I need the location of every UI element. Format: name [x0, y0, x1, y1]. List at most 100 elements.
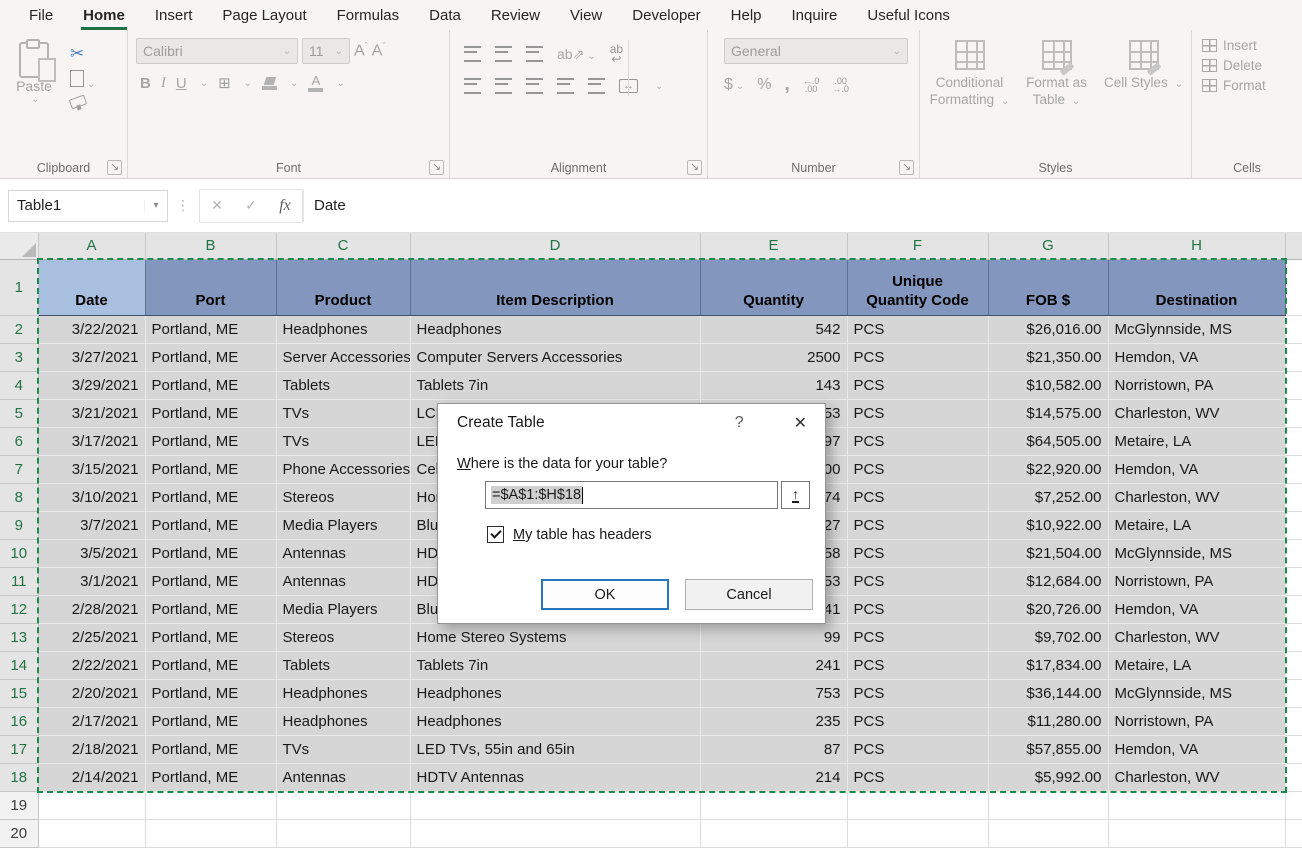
- cell-G3[interactable]: $21,350.00: [988, 343, 1108, 371]
- cell-A11[interactable]: 3/1/2021: [38, 567, 145, 595]
- name-box[interactable]: Table1 ▾: [8, 190, 168, 222]
- cut-icon[interactable]: ✂: [70, 44, 95, 64]
- cell-C4[interactable]: Tablets: [276, 371, 410, 399]
- cell-F6[interactable]: PCS: [847, 427, 988, 455]
- insert-function-icon[interactable]: fx: [268, 197, 302, 215]
- cell-I3[interactable]: [1285, 343, 1302, 371]
- align-middle-icon[interactable]: [495, 46, 512, 62]
- cell-G11[interactable]: $12,684.00: [988, 567, 1108, 595]
- cell-B13[interactable]: Portland, ME: [145, 623, 276, 651]
- cell-C15[interactable]: Headphones: [276, 679, 410, 707]
- cell-I13[interactable]: [1285, 623, 1302, 651]
- cell-B5[interactable]: Portland, ME: [145, 399, 276, 427]
- cell-H10[interactable]: McGlynnside, MS: [1108, 539, 1285, 567]
- row-header-12[interactable]: 12: [0, 595, 38, 623]
- cell-C14[interactable]: Tablets: [276, 651, 410, 679]
- table-range-input[interactable]: =$A$1:$H$18: [485, 481, 778, 509]
- cell-A15[interactable]: 2/20/2021: [38, 679, 145, 707]
- cell-F12[interactable]: PCS: [847, 595, 988, 623]
- cell-F18[interactable]: PCS: [847, 763, 988, 791]
- cell-H4[interactable]: Norristown, PA: [1108, 371, 1285, 399]
- cell-C12[interactable]: Media Players: [276, 595, 410, 623]
- insert-cells-button[interactable]: Insert: [1202, 38, 1296, 53]
- format-as-table-button[interactable]: Format as Table ⌄: [1015, 40, 1098, 152]
- cell-A13[interactable]: 2/25/2021: [38, 623, 145, 651]
- cell-C5[interactable]: TVs: [276, 399, 410, 427]
- cell-H5[interactable]: Charleston, WV: [1108, 399, 1285, 427]
- cell-H18[interactable]: Charleston, WV: [1108, 763, 1285, 791]
- cell-C6[interactable]: TVs: [276, 427, 410, 455]
- cancel-button[interactable]: Cancel: [685, 579, 813, 610]
- cell-G9[interactable]: $10,922.00: [988, 511, 1108, 539]
- cell-I15[interactable]: [1285, 679, 1302, 707]
- accounting-format-button[interactable]: $⌄: [724, 76, 744, 94]
- align-left-icon[interactable]: [464, 78, 481, 94]
- tab-data[interactable]: Data: [414, 0, 476, 30]
- cell-F13[interactable]: PCS: [847, 623, 988, 651]
- copy-dropdown-icon[interactable]: ⌄: [87, 79, 95, 90]
- tab-help[interactable]: Help: [716, 0, 777, 30]
- cell-F11[interactable]: PCS: [847, 567, 988, 595]
- formula-input[interactable]: Date: [303, 190, 1302, 222]
- italic-button[interactable]: I: [161, 75, 166, 92]
- col-header-G[interactable]: G: [988, 233, 1108, 259]
- cell-C19[interactable]: [276, 791, 410, 819]
- cell-G7[interactable]: $22,920.00: [988, 455, 1108, 483]
- cell-D16[interactable]: Headphones: [410, 707, 700, 735]
- cell-A9[interactable]: 3/7/2021: [38, 511, 145, 539]
- cell-F8[interactable]: PCS: [847, 483, 988, 511]
- clipboard-dialog-launcher-icon[interactable]: ↘: [107, 160, 122, 175]
- increase-decimal-button[interactable]: ←.0.00: [803, 77, 820, 93]
- cancel-entry-icon[interactable]: ✕: [200, 197, 234, 214]
- dialog-help-icon[interactable]: ?: [735, 414, 744, 432]
- align-center-icon[interactable]: [495, 78, 512, 94]
- font-name-select[interactable]: Calibri ⌄: [136, 38, 298, 64]
- cell-B12[interactable]: Portland, ME: [145, 595, 276, 623]
- cell-I6[interactable]: [1285, 427, 1302, 455]
- increase-indent-icon[interactable]: [588, 78, 605, 94]
- cell-F16[interactable]: PCS: [847, 707, 988, 735]
- cell-I19[interactable]: [1285, 791, 1302, 819]
- cell-C20[interactable]: [276, 819, 410, 847]
- cell-B10[interactable]: Portland, ME: [145, 539, 276, 567]
- fill-color-dropdown-icon[interactable]: ⌄: [290, 78, 298, 89]
- paste-dropdown-icon[interactable]: ⌄: [31, 94, 39, 105]
- cell-I7[interactable]: [1285, 455, 1302, 483]
- cell-C16[interactable]: Headphones: [276, 707, 410, 735]
- cell-C2[interactable]: Headphones: [276, 315, 410, 343]
- cell-A14[interactable]: 2/22/2021: [38, 651, 145, 679]
- row-header-19[interactable]: 19: [0, 791, 38, 819]
- cell-A20[interactable]: [38, 819, 145, 847]
- format-cells-button[interactable]: Format: [1202, 78, 1296, 93]
- cell-G17[interactable]: $57,855.00: [988, 735, 1108, 763]
- cell-G19[interactable]: [988, 791, 1108, 819]
- increase-font-size-button[interactable]: Aˆ: [354, 41, 368, 60]
- cell-A4[interactable]: 3/29/2021: [38, 371, 145, 399]
- cell-F14[interactable]: PCS: [847, 651, 988, 679]
- cell-I11[interactable]: [1285, 567, 1302, 595]
- cell-A19[interactable]: [38, 791, 145, 819]
- cell-I20[interactable]: [1285, 819, 1302, 847]
- cell-G13[interactable]: $9,702.00: [988, 623, 1108, 651]
- cell-B18[interactable]: Portland, ME: [145, 763, 276, 791]
- col-header-D[interactable]: D: [410, 233, 700, 259]
- cell-G12[interactable]: $20,726.00: [988, 595, 1108, 623]
- ok-button[interactable]: OK: [541, 579, 669, 610]
- cell-B17[interactable]: Portland, ME: [145, 735, 276, 763]
- row-header-7[interactable]: 7: [0, 455, 38, 483]
- decrease-indent-icon[interactable]: [557, 78, 574, 94]
- cell-E4[interactable]: 143: [700, 371, 847, 399]
- cell-F7[interactable]: PCS: [847, 455, 988, 483]
- merge-dropdown-icon[interactable]: ⌄: [655, 81, 663, 92]
- cell-F2[interactable]: PCS: [847, 315, 988, 343]
- cell-H8[interactable]: Charleston, WV: [1108, 483, 1285, 511]
- cell-A10[interactable]: 3/5/2021: [38, 539, 145, 567]
- cell-D4[interactable]: Tablets 7in: [410, 371, 700, 399]
- cell-D19[interactable]: [410, 791, 700, 819]
- cell-B4[interactable]: Portland, ME: [145, 371, 276, 399]
- cell-G18[interactable]: $5,992.00: [988, 763, 1108, 791]
- cell-B3[interactable]: Portland, ME: [145, 343, 276, 371]
- row-header-16[interactable]: 16: [0, 707, 38, 735]
- borders-button[interactable]: ⊞: [218, 74, 231, 92]
- confirm-entry-icon[interactable]: ✓: [234, 197, 268, 214]
